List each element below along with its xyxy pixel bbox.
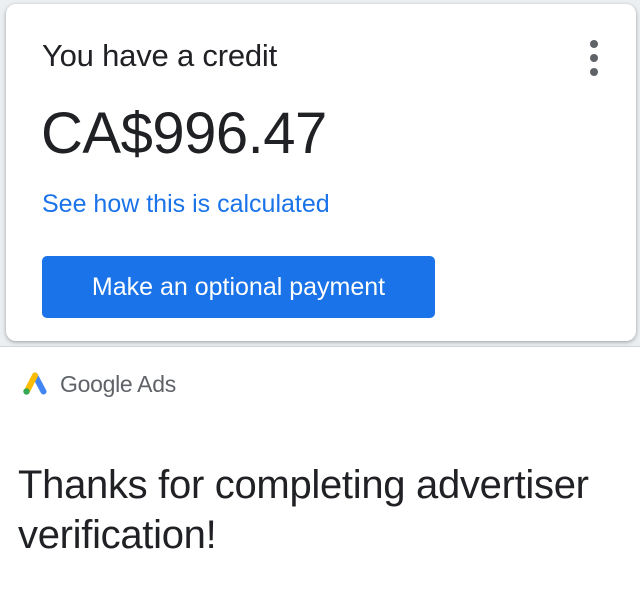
more-options-button[interactable] bbox=[586, 40, 602, 76]
see-calculation-link[interactable]: See how this is calculated bbox=[42, 190, 330, 219]
google-ads-brand: Google Ads bbox=[60, 371, 176, 397]
credit-card: You have a credit CA$996.47 See how this… bbox=[6, 4, 636, 341]
credit-amount: CA$996.47 bbox=[41, 101, 327, 166]
credit-panel-background: You have a credit CA$996.47 See how this… bbox=[0, 0, 640, 347]
credit-title: You have a credit bbox=[42, 38, 278, 73]
section-divider bbox=[0, 346, 640, 347]
make-payment-button[interactable]: Make an optional payment bbox=[42, 256, 435, 318]
google-ads-logo-icon bbox=[23, 372, 47, 395]
verification-message: Thanks for completing advertiser verific… bbox=[18, 463, 589, 557]
